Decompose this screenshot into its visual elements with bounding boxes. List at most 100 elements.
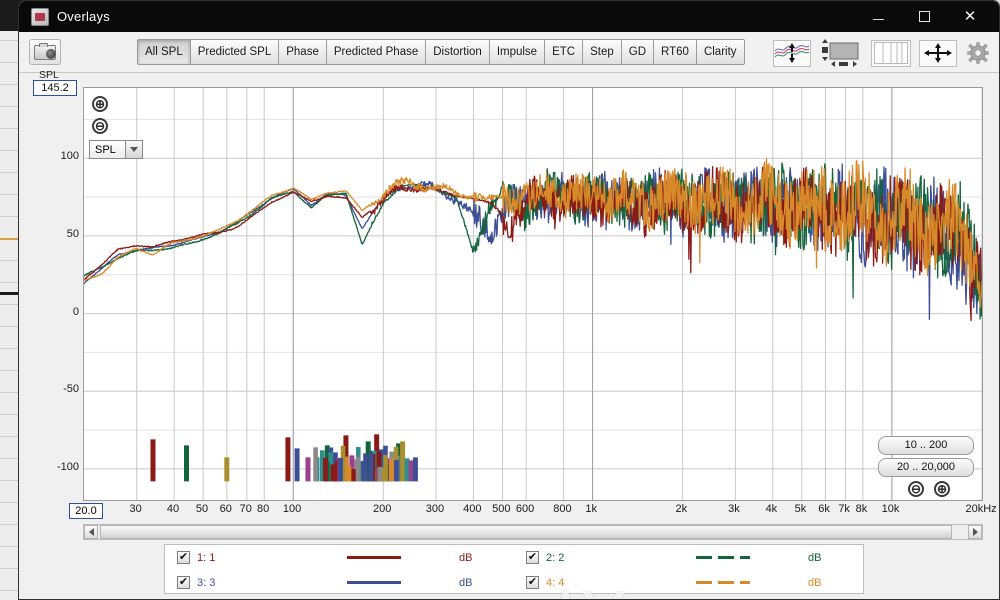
x-tick-label: 400 xyxy=(463,503,482,515)
x-tick-label: 40 xyxy=(166,503,180,515)
close-icon: ✕ xyxy=(963,8,977,25)
graph-area: SPL 145.2 100 50 0 -50 -100 ⊕ ⊖ SPL 10 .. 20… xyxy=(19,69,999,599)
spl-unit-select[interactable]: SPL xyxy=(89,140,143,159)
x-tick-label: 300 xyxy=(425,503,445,515)
maximize-button[interactable] xyxy=(901,1,947,32)
camera-icon xyxy=(34,42,56,60)
x-tick-label: 20kHz xyxy=(965,503,997,515)
tab-predicted-spl[interactable]: Predicted SPL xyxy=(190,40,280,64)
x-tick-label: 500 xyxy=(492,503,511,515)
overlay-bar xyxy=(351,469,356,482)
x-tick-label: 70 xyxy=(239,503,252,515)
legend-item[interactable]: ✔ 2: 2 dB xyxy=(514,545,863,570)
tab-impulse[interactable]: Impulse xyxy=(489,40,546,64)
overlay-bar xyxy=(323,457,328,482)
chevron-down-icon xyxy=(125,141,142,158)
close-button[interactable]: ✕ xyxy=(947,1,993,32)
overlay-bar xyxy=(394,459,399,482)
range-preset-10-200-button[interactable]: 10 .. 200 xyxy=(878,436,974,455)
window-controls: ✕ xyxy=(855,1,993,32)
tab-rt60[interactable]: RT60 xyxy=(654,40,697,64)
legend-item[interactable]: ✔ 4: 4 dB xyxy=(514,570,863,595)
x-start-value-field[interactable]: 20.0 xyxy=(69,503,103,519)
overlay-bar xyxy=(285,437,291,482)
x-tick-label: 3k xyxy=(728,503,740,515)
minimize-icon xyxy=(872,19,884,20)
y-tick-label: -100 xyxy=(56,460,79,473)
overlay-bar xyxy=(294,448,300,482)
legend-color-swatch xyxy=(696,556,750,559)
tab-gd[interactable]: GD xyxy=(621,40,655,64)
tab-phase[interactable]: Phase xyxy=(279,40,327,64)
legend-label: 1: 1 xyxy=(197,551,216,564)
legend-unit: dB xyxy=(459,551,473,564)
chevron-right-icon xyxy=(972,528,978,536)
horizontal-scroll-thumb[interactable] xyxy=(100,525,952,539)
x-tick-label: 60 xyxy=(219,503,232,515)
x-tick-label: 8k xyxy=(855,503,868,515)
fit-arrows-button[interactable] xyxy=(919,39,957,67)
legend-checkbox[interactable]: ✔ xyxy=(177,551,190,564)
x-tick-label: 200 xyxy=(373,503,392,515)
legend-item[interactable]: ✔ 1: 1 dB xyxy=(165,545,514,570)
tab-etc[interactable]: ETC xyxy=(545,40,584,64)
x-tick-label: 600 xyxy=(515,503,535,515)
x-axis-ticks: 30 40 50 60 70 80 100 200 300 400 500 600 800 1k 2k 3k 4… xyxy=(83,503,997,521)
x-tick-label: 6k xyxy=(818,503,830,515)
legend-label: 3: 3 xyxy=(197,576,216,589)
legend-item[interactable]: ✔ 3: 3 dB xyxy=(165,570,514,595)
grid-lines xyxy=(84,88,982,500)
tab-predicted-phase[interactable]: Predicted Phase xyxy=(326,40,427,64)
legend-checkbox[interactable]: ✔ xyxy=(526,551,539,564)
settings-button[interactable] xyxy=(965,40,991,67)
chevron-left-icon xyxy=(88,528,94,536)
minimize-button[interactable] xyxy=(855,1,901,32)
graph-size-icon xyxy=(822,39,859,67)
tab-distortion[interactable]: Distortion xyxy=(426,40,490,64)
columns-button[interactable] xyxy=(871,39,911,67)
legend-label: 4: 4 xyxy=(546,576,565,589)
maximize-icon xyxy=(918,11,930,22)
legend-color-swatch xyxy=(696,581,750,584)
tab-all-spl[interactable]: All SPL xyxy=(138,40,191,64)
limits-button[interactable] xyxy=(773,39,811,67)
horizontal-scrollbar[interactable] xyxy=(83,524,983,540)
tab-step[interactable]: Step xyxy=(583,40,622,64)
range-preset-20-20000-button[interactable]: 20 .. 20,000 xyxy=(878,458,974,477)
x-tick-label: 50 xyxy=(195,503,209,515)
overlay-bar xyxy=(361,460,366,482)
gear-icon xyxy=(967,42,989,64)
legend-checkbox[interactable]: ✔ xyxy=(526,576,539,589)
overlays-window: Overlays ✕ All SPL Predicted SPL Phase Pred… xyxy=(18,0,1000,600)
y-tick-label: 100 xyxy=(60,150,79,163)
scroll-right-button[interactable] xyxy=(968,525,982,539)
x-tick-label: 100 xyxy=(282,503,302,515)
y-tick-label: 0 xyxy=(72,305,79,318)
fit-arrows-icon xyxy=(924,43,952,63)
y-axis-ticks: 100 50 0 -50 -100 xyxy=(31,87,79,501)
camera-button[interactable] xyxy=(29,39,61,65)
overlay-bar xyxy=(330,464,336,482)
x-tick-label: 7k xyxy=(838,503,850,515)
overlay-bar xyxy=(313,447,318,482)
overlay-bar xyxy=(404,458,410,482)
overlay-bar xyxy=(305,457,311,482)
plot-canvas[interactable]: ⊕ ⊖ SPL 10 .. 200 20 .. 20,000 ⊖ ⊕ xyxy=(83,87,983,501)
plot-zoom-out-button[interactable]: ⊖ xyxy=(92,118,108,134)
scroll-left-button[interactable] xyxy=(84,525,98,539)
x-tick-label: 80 xyxy=(257,503,270,515)
x-tick-label: 4k xyxy=(765,503,778,515)
x-zoom-out-button[interactable]: ⊖ xyxy=(908,481,924,497)
x-tick-label: 1k xyxy=(585,503,597,515)
plot-zoom-in-button[interactable]: ⊕ xyxy=(92,96,108,112)
graph-size-button[interactable] xyxy=(819,38,863,68)
legend-checkbox[interactable]: ✔ xyxy=(177,576,190,589)
overlay-bar xyxy=(400,441,406,482)
legend: ✔ 1: 1 dB ✔ 2: 2 dB ✔ 3: 3 dB ✔ 4: 4 dB xyxy=(164,544,864,594)
legend-color-swatch xyxy=(347,581,401,584)
tab-clarity[interactable]: Clarity xyxy=(696,40,744,64)
x-zoom-in-button[interactable]: ⊕ xyxy=(934,481,950,497)
overlay-bar xyxy=(338,457,343,482)
window-title: Overlays xyxy=(57,9,110,24)
x-tick-label: 2k xyxy=(675,503,688,515)
